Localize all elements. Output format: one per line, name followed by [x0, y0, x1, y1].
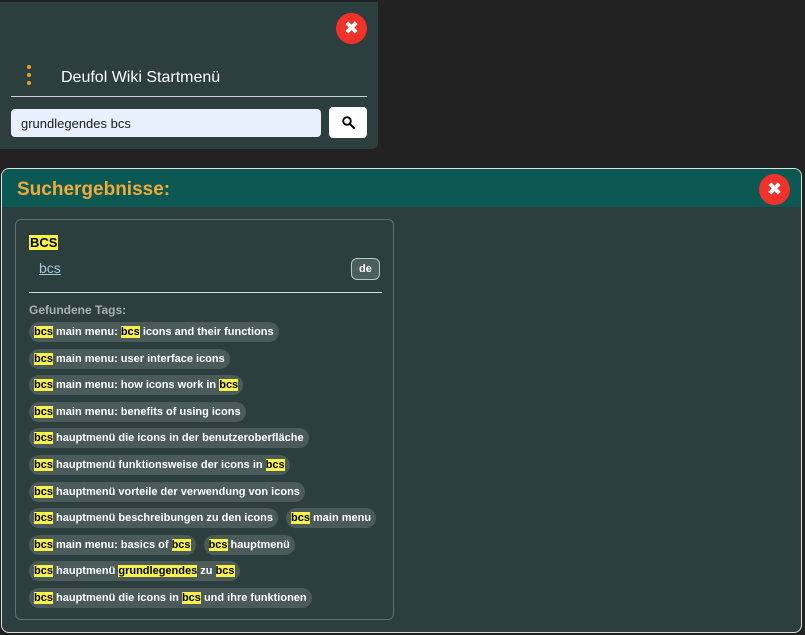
- tag-highlight: bcs: [120, 326, 140, 338]
- tag-highlight: bcs: [34, 458, 53, 471]
- tag-text: zu: [197, 565, 216, 578]
- tag-row: bcs main menu: basics of bcs bcs hauptmen…: [29, 534, 389, 562]
- tag-highlight: bcs: [219, 379, 239, 392]
- tag-pill[interactable]: bcs hauptmenü grundlegendes zu bcs: [29, 561, 240, 582]
- result-link[interactable]: bcs: [39, 260, 61, 276]
- tag-highlight: bcs: [34, 591, 53, 604]
- card-divider: [29, 292, 382, 293]
- tag-pill[interactable]: bcs hauptmenü funktionsweise der icons i…: [29, 454, 290, 475]
- search-icon: [341, 116, 355, 129]
- tag-list: bcs main menu: bcs icons and their funct…: [29, 322, 389, 615]
- tag-text: main menu: [309, 512, 372, 525]
- tag-pill[interactable]: bcs main menu: user interface icons: [29, 348, 230, 369]
- tag-text: main menu: benefits of using icons: [52, 405, 241, 418]
- tag-pill[interactable]: bcs hauptmenü die icons in der benutzero…: [29, 428, 309, 449]
- tag-highlight: bcs: [34, 432, 53, 445]
- tag-highlight: grundlegendes: [118, 565, 198, 578]
- tags-heading: Gefundene Tags:: [29, 303, 127, 317]
- tag-pill[interactable]: bcs main menu: benefits of using icons: [29, 401, 246, 422]
- menu-close-button[interactable]: ✖: [336, 13, 367, 44]
- tag-row: bcs hauptmenü vorteile der verwendung vo…: [29, 481, 389, 509]
- tag-row: bcs hauptmenü grundlegendes zu bcs: [29, 561, 389, 588]
- tag-highlight: bcs: [265, 458, 285, 471]
- tag-text: hauptmenü beschreibungen zu den icons: [52, 512, 273, 525]
- tag-highlight: bcs: [34, 379, 53, 392]
- results-header: Suchergebnisse: ✖: [2, 169, 801, 207]
- tag-pill[interactable]: bcs main menu: [286, 508, 377, 529]
- close-icon: ✖: [766, 179, 783, 200]
- tag-pill[interactable]: bcs hauptmenü vorteile der verwendung vo…: [29, 481, 305, 502]
- tag-text: main menu: basics of: [52, 538, 172, 551]
- tag-text: main menu:: [52, 326, 121, 338]
- tag-highlight: bcs: [171, 538, 191, 551]
- tag-highlight: bcs: [208, 538, 228, 551]
- tag-highlight: bcs: [34, 485, 53, 498]
- tag-pill[interactable]: bcs hauptmenü: [203, 534, 295, 555]
- tag-highlight: bcs: [34, 405, 53, 418]
- tag-text: main menu: user interface icons: [52, 352, 225, 365]
- tag-text: hauptmenü vorteile der verwendung von ic…: [52, 485, 300, 498]
- tag-text: hauptmenü: [227, 538, 290, 551]
- result-card: BCS bcs de Gefundene Tags: bcs main menu…: [15, 219, 394, 620]
- tag-row: bcs hauptmenü funktionsweise der icons i…: [29, 454, 389, 482]
- results-close-button[interactable]: ✖: [759, 174, 790, 205]
- search-input[interactable]: [11, 109, 321, 137]
- tag-pill[interactable]: bcs hauptmenü beschreibungen zu den icon…: [29, 508, 278, 529]
- tag-highlight: bcs: [291, 512, 310, 525]
- tag-highlight: bcs: [34, 565, 53, 578]
- menu-title: Deufol Wiki Startmenü: [61, 69, 221, 86]
- results-title: Suchergebnisse:: [17, 179, 171, 200]
- language-badge[interactable]: de: [351, 258, 380, 280]
- tag-text: und ihre funktionen: [200, 591, 307, 604]
- tag-highlight: bcs: [34, 538, 53, 551]
- tag-highlight: bcs: [34, 512, 53, 525]
- start-menu-panel: ✖ Deufol Wiki Startmenü: [0, 2, 378, 149]
- tag-pill[interactable]: bcs main menu: bcs icons and their funct…: [29, 322, 279, 342]
- tag-row: bcs hauptmenü die icons in der benutzero…: [29, 428, 389, 455]
- tag-highlight: bcs: [34, 352, 53, 365]
- tag-row: bcs main menu: how icons work in bcs: [29, 375, 389, 402]
- kebab-menu-icon[interactable]: [24, 65, 34, 85]
- search-results-panel: Suchergebnisse: ✖ BCS bcs de Gefundene T…: [1, 168, 802, 633]
- tag-highlight: bcs: [34, 326, 53, 338]
- tag-row: bcs hauptmenü die icons in bcs und ihre …: [29, 587, 389, 615]
- tag-pill[interactable]: bcs main menu: how icons work in bcs: [29, 375, 244, 396]
- tag-highlight: bcs: [215, 565, 235, 578]
- tag-row: bcs main menu: bcs icons and their funct…: [29, 322, 389, 349]
- tag-text: hauptmenü die icons in: [52, 591, 182, 604]
- menu-divider: [11, 96, 367, 97]
- tag-highlight: bcs: [181, 591, 201, 604]
- tag-pill[interactable]: bcs hauptmenü die icons in bcs und ihre …: [29, 587, 312, 608]
- tag-pill[interactable]: bcs main menu: basics of bcs: [29, 534, 196, 555]
- tag-text: icons and their functions: [139, 326, 274, 338]
- tag-row: bcs main menu: benefits of using icons: [29, 401, 389, 429]
- tag-text: main menu: how icons work in: [52, 379, 220, 392]
- close-icon: ✖: [343, 18, 360, 39]
- tag-text: hauptmenü die icons in der benutzeroberf…: [52, 432, 304, 445]
- tag-text: hauptmenü funktionsweise der icons in: [52, 458, 266, 471]
- search-button[interactable]: [329, 107, 367, 138]
- tag-row: bcs hauptmenü beschreibungen zu den icon…: [29, 508, 389, 535]
- result-title: BCS: [29, 235, 59, 250]
- tag-row: bcs main menu: user interface icons: [29, 348, 389, 376]
- tag-text: hauptmenü: [52, 565, 119, 578]
